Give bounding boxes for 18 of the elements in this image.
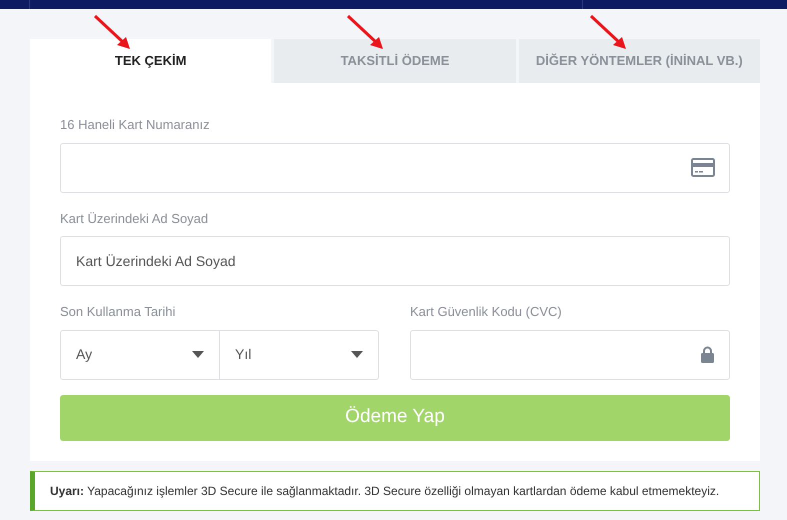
- arrow-icon: [589, 14, 629, 52]
- lock-icon: [701, 346, 714, 363]
- field-label: Kart Üzerindeki Ad Soyad: [60, 210, 210, 228]
- arrow-icon: [346, 14, 386, 52]
- credit-card-icon: [691, 158, 715, 177]
- card-number-field[interactable]: [60, 142, 730, 192]
- caret-icon: [351, 351, 363, 358]
- field-label: Son Kullanma Tarihi: [60, 303, 176, 321]
- field-label: 16 Haneli Kart Numaranız: [60, 116, 211, 134]
- caret-icon: [192, 351, 204, 358]
- month-select[interactable]: Ay: [60, 330, 220, 380]
- year-select[interactable]: Yıl: [220, 330, 379, 380]
- arrow-icon: [93, 14, 133, 52]
- tab[interactable]: TEK ÇEKİM: [30, 39, 272, 83]
- cvc-field[interactable]: [410, 330, 730, 380]
- warning-message: Uyarı: Yapacağınız işlemler 3D Secure ile sağlanmaktadır. 3D Secure özelliği olmayan kartlardan ödeme kabul etmemekteyiz.: [50, 482, 720, 500]
- card-name-field[interactable]: Kart Üzerindeki Ad Soyad: [60, 236, 730, 286]
- field-label: Kart Güvenlik Kodu (CVC): [410, 303, 563, 321]
